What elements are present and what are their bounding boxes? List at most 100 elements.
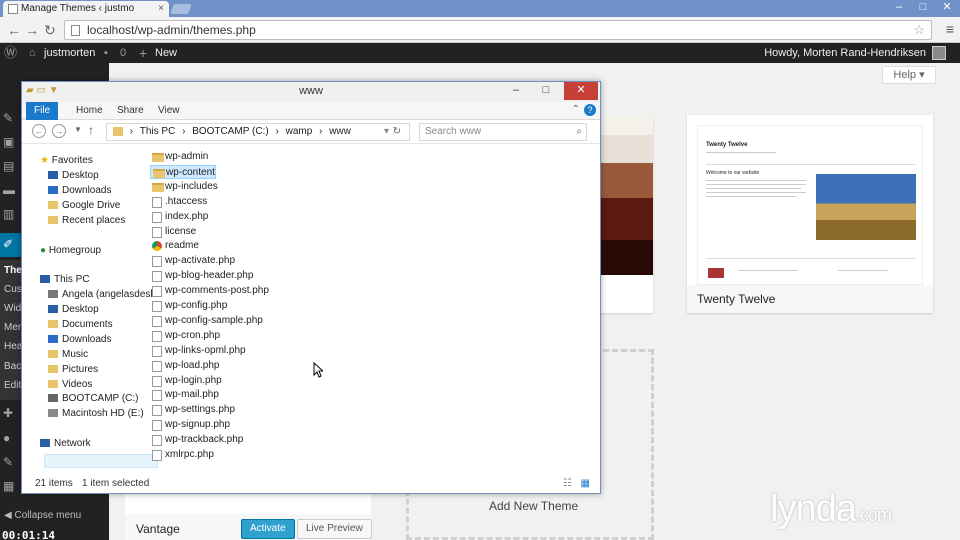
up-icon[interactable]: ↑ [88, 123, 94, 137]
nav-downloads[interactable]: Downloads [48, 185, 111, 196]
theme-card-twenty-twelve[interactable]: Twenty Twelve Welcome to our website Twe… [687, 115, 933, 313]
nav-videos[interactable]: Videos [48, 379, 92, 390]
nav-favorites[interactable]: ★ Favorites [40, 155, 93, 166]
appearance-menu-icon[interactable]: ▥ [3, 207, 14, 221]
back-icon[interactable]: ← [7, 22, 21, 38]
tab-view[interactable]: View [150, 102, 188, 120]
nav-this-pc[interactable]: This PC [40, 274, 90, 285]
file-explorer-window[interactable]: ▰ ▭ ▼ www – □ ✕ File Home Share View ⌃ ?… [21, 81, 601, 494]
tab-home[interactable]: Home [68, 102, 111, 120]
file-item[interactable]: .htaccess [150, 195, 207, 209]
nav-documents[interactable]: Documents [48, 319, 113, 330]
file-item[interactable]: wp-mail.php [150, 388, 219, 402]
collapse-menu-button[interactable]: ◀ Collapse menu [4, 510, 81, 521]
breadcrumb-wamp[interactable]: wamp [286, 126, 313, 137]
maximize-button[interactable]: □ [532, 82, 560, 100]
close-button[interactable]: ✕ [564, 82, 598, 100]
close-window-button[interactable]: ✕ [936, 0, 958, 17]
file-item[interactable]: wp-activate.php [150, 254, 235, 268]
recent-locations-icon[interactable]: ▼ [74, 125, 82, 134]
new-content-link[interactable]: New [155, 43, 177, 63]
site-name-link[interactable]: justmorten [44, 43, 95, 63]
file-item[interactable]: index.php [150, 210, 208, 224]
live-preview-button[interactable]: Live Preview [297, 519, 372, 539]
folder-item[interactable]: wp-admin [150, 150, 208, 164]
browser-tab[interactable]: Manage Themes ‹ justmo × [3, 1, 169, 17]
nav-macintosh[interactable]: Macintosh HD (E:) [48, 408, 144, 419]
url-bar[interactable]: localhost/wp-admin/themes.php ☆ [64, 20, 932, 40]
file-item[interactable]: wp-config-sample.php [150, 314, 263, 328]
maximize-button[interactable]: □ [912, 0, 934, 17]
nav-pictures[interactable]: Pictures [48, 364, 98, 375]
breadcrumb-bootcamp[interactable]: BOOTCAMP (C:) [192, 126, 268, 137]
breadcrumb-this-pc[interactable]: This PC [140, 126, 176, 137]
posts-icon[interactable]: ✎ [3, 111, 13, 125]
search-input[interactable]: Search www ⌕ [419, 123, 587, 141]
submenu-themes[interactable]: The [4, 265, 22, 276]
pages-icon[interactable]: ▤ [3, 159, 14, 173]
add-new-theme-label[interactable]: Add New Theme [489, 499, 578, 513]
nav-bootcamp[interactable]: BOOTCAMP (C:) [48, 393, 138, 404]
plugins-icon[interactable]: ✚ [3, 406, 13, 420]
submenu-header[interactable]: Hea [4, 341, 22, 352]
tab-share[interactable]: Share [109, 102, 152, 120]
refresh-icon[interactable]: ↻ [393, 124, 401, 140]
users-icon[interactable]: ● [3, 431, 10, 445]
file-item[interactable]: wp-blog-header.php [150, 269, 253, 283]
tools-icon[interactable]: ✎ [3, 455, 13, 469]
file-item[interactable]: wp-signup.php [150, 418, 230, 432]
file-item[interactable]: wp-trackback.php [150, 433, 243, 447]
wordpress-logo-icon[interactable]: Ⓦ [4, 43, 17, 63]
nav-pc-downloads[interactable]: Downloads [48, 334, 111, 345]
file-item[interactable]: license [150, 225, 196, 239]
file-item[interactable]: readme [150, 239, 199, 253]
breadcrumb-www[interactable]: www [329, 126, 351, 137]
nav-angela[interactable]: Angela (angelasdesk [48, 289, 155, 300]
browser-menu-icon[interactable]: ≡ [946, 21, 954, 37]
reload-icon[interactable]: ↻ [44, 22, 56, 38]
file-item[interactable]: wp-comments-post.php [150, 284, 269, 298]
avatar[interactable] [932, 46, 946, 60]
minimize-button[interactable]: – [888, 0, 910, 17]
forward-icon[interactable]: → [52, 124, 66, 138]
nav-network[interactable]: Network [40, 438, 91, 449]
tab-close-icon[interactable]: × [158, 1, 164, 17]
bookmark-star-icon[interactable]: ☆ [913, 21, 925, 39]
nav-recent-places[interactable]: Recent places [48, 215, 125, 226]
file-item[interactable]: wp-settings.php [150, 403, 235, 417]
settings-icon[interactable]: ▦ [3, 479, 14, 493]
breadcrumb[interactable]: › This PC › BOOTCAMP (C:) › wamp › www ▾… [106, 123, 410, 141]
help-icon[interactable]: ? [584, 104, 596, 116]
folder-item[interactable]: wp-content [150, 164, 216, 179]
theme-card-partial[interactable] [600, 115, 653, 313]
nav-desktop[interactable]: Desktop [48, 170, 99, 181]
nav-music[interactable]: Music [48, 349, 88, 360]
submenu-background[interactable]: Bac [4, 361, 21, 372]
nav-google-drive[interactable]: Google Drive [48, 200, 120, 211]
submenu-editor[interactable]: Edit [4, 380, 21, 391]
forward-icon[interactable]: → [25, 22, 39, 38]
dropdown-icon[interactable]: ▾ [384, 124, 389, 140]
large-icons-view-icon[interactable]: ▦ [581, 475, 590, 493]
file-item[interactable]: wp-load.php [150, 359, 219, 373]
details-view-icon[interactable]: ☷ [563, 475, 572, 493]
ribbon-collapse-icon[interactable]: ⌃ [572, 104, 580, 115]
nav-homegroup[interactable]: ● Homegroup [40, 245, 101, 256]
new-tab-button[interactable] [170, 4, 192, 14]
media-icon[interactable]: ▣ [3, 135, 14, 149]
minimize-button[interactable]: – [502, 82, 530, 100]
folder-item[interactable]: wp-includes [150, 180, 218, 194]
explorer-titlebar[interactable]: ▰ ▭ ▼ www – □ ✕ [22, 82, 600, 102]
file-item[interactable]: wp-links-opml.php [150, 344, 246, 358]
comments-icon[interactable]: ▪ [104, 43, 108, 63]
file-item[interactable]: xmlrpc.php [150, 448, 214, 462]
file-item[interactable]: wp-cron.php [150, 329, 220, 343]
file-item[interactable]: wp-login.php [150, 374, 222, 388]
comments-count[interactable]: 0 [120, 43, 126, 63]
howdy-user-link[interactable]: Howdy, Morten Rand-Hendriksen [764, 43, 926, 63]
submenu-customize[interactable]: Cus [4, 284, 22, 295]
tab-file[interactable]: File [26, 102, 59, 120]
nav-pc-desktop[interactable]: Desktop [48, 304, 99, 315]
help-tab-button[interactable]: Help ▾ [882, 66, 936, 84]
back-icon[interactable]: ← [32, 124, 46, 138]
